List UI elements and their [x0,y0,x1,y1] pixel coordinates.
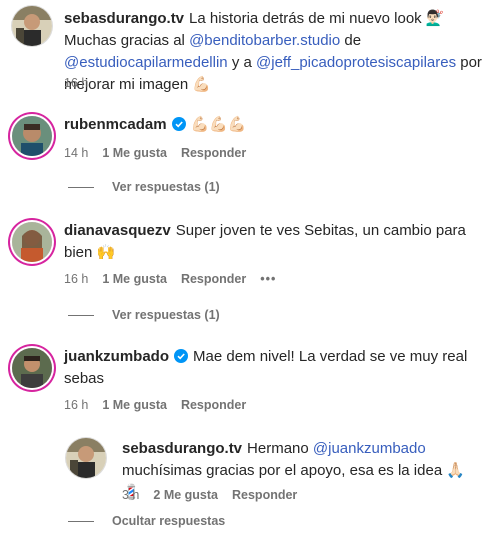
timestamp[interactable]: 14 h [64,146,88,160]
avatar[interactable] [12,222,52,262]
caption-username[interactable]: sebasdurango.tv [64,10,184,27]
avatar-photo [12,116,52,156]
likes-count[interactable]: 1 Me gusta [102,272,167,286]
view-replies-button[interactable]: Ver respuestas (1) [68,308,220,322]
divider-line [68,520,94,522]
verified-badge-icon [171,117,186,131]
caption-meta: 16 h [64,74,102,92]
comment-meta: 14 h 1 Me gusta Responder [64,144,260,162]
mention-link[interactable]: @jeff_picadoprotesiscapilares [256,54,456,71]
view-replies-button[interactable]: Ver respuestas (1) [68,180,220,194]
caption-text: sebasdurango.tv La historia detrás de mi … [64,10,482,93]
avatar[interactable] [12,348,52,388]
reply-button[interactable]: Responder [181,272,246,286]
divider-line [68,314,94,316]
hide-replies-button[interactable]: Ocultar respuestas [68,514,225,528]
avatar[interactable] [12,6,52,46]
verified-badge-icon [174,349,189,363]
timestamp[interactable]: 16 h [64,76,88,90]
mention-link[interactable]: @juankzumbado [313,440,426,457]
comment-username[interactable]: rubenmcadam [64,116,167,133]
avatar[interactable] [12,116,52,156]
reply-meta: 3 h 2 Me gusta Responder [122,486,311,504]
timestamp[interactable]: 16 h [64,398,88,412]
avatar[interactable] [66,438,106,478]
comment-text: rubenmcadam 💪🏻💪🏻💪🏻 [64,116,247,133]
comment-meta: 16 h 1 Me gusta Responder ••• [64,270,290,288]
comment-username[interactable]: dianavasquezv [64,222,171,239]
mention-link[interactable]: @benditobarber.studio [189,32,340,49]
avatar-photo [66,438,106,478]
avatar-photo [12,6,52,46]
more-options-icon[interactable]: ••• [260,272,276,286]
likes-count[interactable]: 2 Me gusta [153,488,218,502]
timestamp[interactable]: 16 h [64,272,88,286]
reply-button[interactable]: Responder [181,146,246,160]
reply-button[interactable]: Responder [181,398,246,412]
timestamp[interactable]: 3 h [122,488,139,502]
comment-username[interactable]: juankzumbado [64,348,169,365]
comment-meta: 16 h 1 Me gusta Responder [64,396,260,414]
reply-username[interactable]: sebasdurango.tv [122,440,242,457]
likes-count[interactable]: 1 Me gusta [102,398,167,412]
avatar-photo [12,222,52,262]
mention-link[interactable]: @estudiocapilarmedellin [64,54,228,71]
divider-line [68,186,94,188]
comment-text: dianavasquezv Super joven te ves Sebitas,… [64,222,466,261]
reply-button[interactable]: Responder [232,488,297,502]
likes-count[interactable]: 1 Me gusta [102,146,167,160]
avatar-photo [12,348,52,388]
comment-text: juankzumbado Mae dem nivel! La verdad se … [64,348,468,387]
